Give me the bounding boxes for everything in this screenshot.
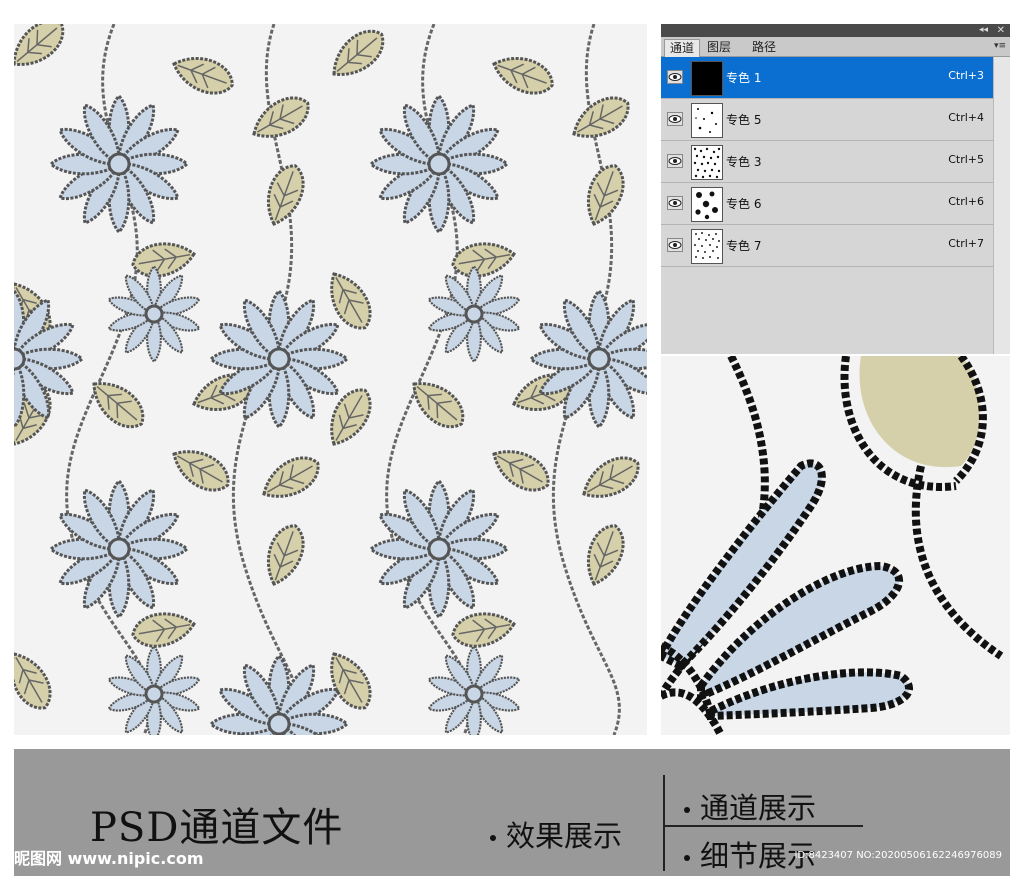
panel-tabs: 通道 图层 路径 ▾≡ [661, 37, 1010, 57]
channel-thumbnail [691, 187, 723, 222]
panel-titlebar: ◂◂ ✕ [661, 24, 1010, 37]
watermark-site: 昵图网 www.nipic.com [14, 849, 204, 868]
info-banner: PSD通道文件 效果展示 通道展示 细节展示 昵图网 www.nipic.com… [14, 749, 1010, 876]
bullet-icon [684, 807, 690, 813]
channel-shortcut: Ctrl+3 [948, 69, 984, 82]
channel-shortcut: Ctrl+5 [948, 153, 984, 166]
channel-name: 专色 7 [726, 239, 762, 253]
channel-row[interactable]: 专色 6 Ctrl+6 [661, 183, 994, 225]
channel-row[interactable]: 专色 3 Ctrl+5 [661, 141, 994, 183]
channel-shortcut: Ctrl+6 [948, 195, 984, 208]
channel-shortcut: Ctrl+7 [948, 237, 984, 250]
pattern-preview [14, 24, 647, 735]
close-icon[interactable]: ✕ [997, 24, 1005, 37]
channel-thumbnail [691, 61, 723, 96]
effect-label-text: 效果展示 [506, 819, 623, 853]
channel-row[interactable]: 专色 5 Ctrl+4 [661, 99, 994, 141]
eye-icon[interactable] [667, 154, 683, 168]
channel-thumbnail [691, 103, 723, 138]
eye-icon[interactable] [667, 112, 683, 126]
eye-icon[interactable] [667, 70, 683, 84]
channel-row[interactable]: 专色 7 Ctrl+7 [661, 225, 994, 267]
channel-thumbnail [691, 145, 723, 180]
channels-panel: ◂◂ ✕ 通道 图层 路径 ▾≡ 专色 1 Ctrl+3 专色 5 Ctrl+4 [661, 24, 1010, 354]
channel-label-text: 通道展示 [700, 791, 817, 825]
channel-list: 专色 1 Ctrl+3 专色 5 Ctrl+4 专色 3 Ctrl+5 专色 6 [661, 57, 994, 267]
channel-name: 专色 5 [726, 113, 762, 127]
tab-layers[interactable]: 图层 [702, 39, 736, 56]
tab-channels[interactable]: 通道 [664, 39, 701, 57]
channel-row[interactable]: 专色 1 Ctrl+3 [661, 57, 994, 99]
panel-menu-icon[interactable]: ▾≡ [994, 41, 1006, 51]
eye-icon[interactable] [667, 196, 683, 210]
bullet-icon [684, 855, 690, 861]
tab-paths[interactable]: 路径 [747, 39, 781, 56]
channel-name: 专色 3 [726, 155, 762, 169]
effect-label: 效果展示 [490, 813, 622, 855]
collapse-panel-icon[interactable]: ◂◂ [979, 24, 988, 37]
channel-shortcut: Ctrl+4 [948, 111, 984, 124]
channel-name: 专色 6 [726, 197, 762, 211]
detail-zoom-preview [661, 356, 1010, 735]
bullet-icon [490, 835, 496, 841]
channel-thumbnail [691, 229, 723, 264]
watermark-id: ID:8423407 NO:20200506162246976089 [794, 850, 1002, 861]
channel-label: 通道展示 [684, 785, 816, 827]
panel-scrollbar[interactable] [993, 57, 1010, 354]
eye-icon[interactable] [667, 238, 683, 252]
divider-vertical [663, 775, 665, 871]
channel-name: 专色 1 [726, 71, 762, 85]
